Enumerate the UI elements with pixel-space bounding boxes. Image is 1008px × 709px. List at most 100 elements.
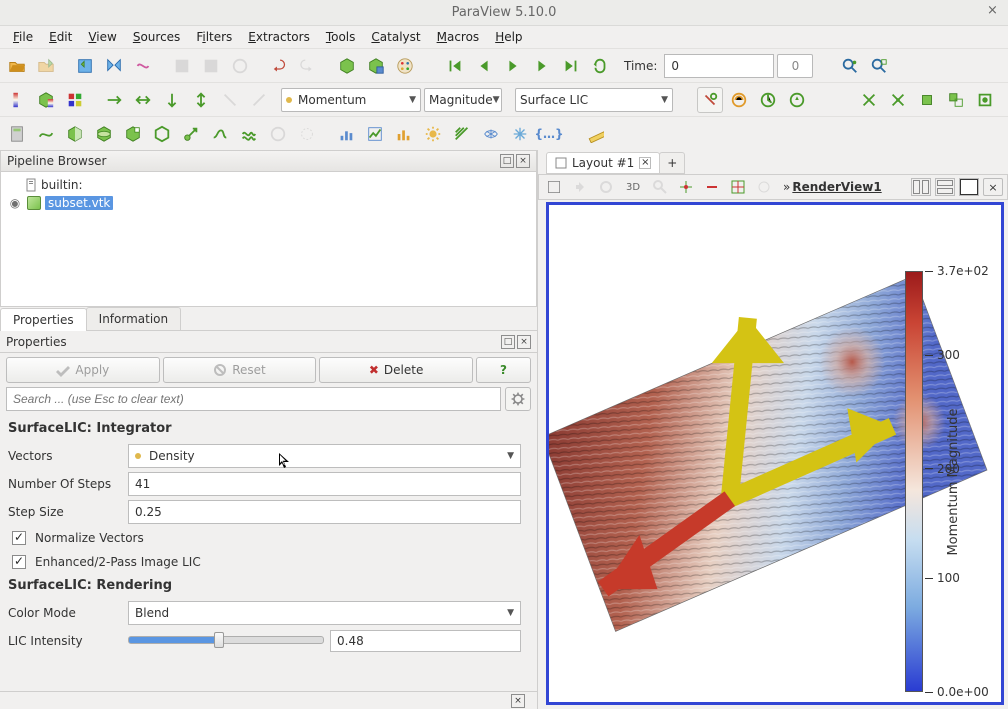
- menu-catalyst[interactable]: Catalyst: [364, 28, 427, 46]
- menu-edit[interactable]: Edit: [42, 28, 79, 46]
- representation-combo[interactable]: Surface LIC▼: [515, 88, 673, 112]
- steps-input[interactable]: 41: [128, 472, 521, 496]
- menu-tools[interactable]: Tools: [319, 28, 363, 46]
- extract-sel-button[interactable]: [294, 121, 320, 147]
- layout-tab[interactable]: Layout #1 ×: [546, 152, 660, 174]
- play-button[interactable]: [500, 53, 526, 79]
- disconnect-button[interactable]: [130, 53, 156, 79]
- vectors-select[interactable]: Density▼: [128, 444, 521, 468]
- cube-2-button[interactable]: [363, 53, 389, 79]
- visibility-eye-icon[interactable]: ◉: [7, 196, 23, 210]
- load-palette-button[interactable]: [169, 53, 195, 79]
- properties-scroll[interactable]: SurfaceLIC: Integrator Vectors Density▼ …: [0, 415, 537, 691]
- threshold-button[interactable]: [120, 121, 146, 147]
- pipeline-root[interactable]: builtin:: [25, 176, 530, 194]
- crosshair-button[interactable]: [675, 176, 697, 198]
- probe-button[interactable]: [333, 121, 359, 147]
- gradient-button[interactable]: [449, 121, 475, 147]
- histogram-button[interactable]: [391, 121, 417, 147]
- y-axis-button[interactable]: [130, 87, 156, 113]
- apply-button[interactable]: Apply: [6, 357, 160, 383]
- bound-box-button[interactable]: [727, 176, 749, 198]
- pipeline-item[interactable]: ◉ subset.vtk: [7, 194, 530, 212]
- plus-button[interactable]: [701, 176, 723, 198]
- z-axis-button[interactable]: [159, 87, 185, 113]
- camera-redo-button[interactable]: [595, 176, 617, 198]
- menu-help[interactable]: Help: [488, 28, 529, 46]
- menu-view[interactable]: View: [81, 28, 123, 46]
- mesh-quality-button[interactable]: [478, 121, 504, 147]
- save-state-button[interactable]: [72, 53, 98, 79]
- stepsize-input[interactable]: 0.25: [128, 500, 521, 524]
- normalize-checkbox[interactable]: [12, 531, 26, 545]
- deselect-button[interactable]: [972, 87, 998, 113]
- brackets-button[interactable]: {…}: [536, 121, 562, 147]
- split-horizontal-button[interactable]: [911, 178, 931, 196]
- rescale-data-button[interactable]: [755, 87, 781, 113]
- save-data-button[interactable]: [33, 53, 59, 79]
- x-axis-button[interactable]: [101, 87, 127, 113]
- tab-properties[interactable]: Properties: [0, 308, 87, 331]
- menu-file[interactable]: File: [6, 28, 40, 46]
- dock-close-button[interactable]: ×: [516, 154, 530, 168]
- menu-filters[interactable]: Filters: [189, 28, 239, 46]
- color-bar[interactable]: 3.7e+023002001000.0e+00 Momentum Magnitu…: [905, 271, 995, 692]
- connect-button[interactable]: [101, 53, 127, 79]
- plot-over-line-button[interactable]: [362, 121, 388, 147]
- time-input[interactable]: 0: [664, 54, 774, 78]
- sun-button[interactable]: [420, 121, 446, 147]
- camera-undo-button[interactable]: [569, 176, 591, 198]
- menu-macros[interactable]: Macros: [430, 28, 487, 46]
- tab-information[interactable]: Information: [86, 307, 181, 330]
- hover-point-button[interactable]: [697, 87, 723, 113]
- loop-button[interactable]: [587, 53, 613, 79]
- layout-tab-close-button[interactable]: ×: [639, 157, 651, 169]
- props-close-button[interactable]: ×: [517, 335, 531, 349]
- status-close-button[interactable]: ×: [511, 694, 525, 708]
- maximize-view-button[interactable]: [959, 178, 979, 196]
- licintensity-value[interactable]: 0.48: [330, 630, 521, 652]
- menu-sources[interactable]: Sources: [126, 28, 187, 46]
- window-close-button[interactable]: ×: [985, 4, 1000, 19]
- warp-button[interactable]: [236, 121, 262, 147]
- scalar-bar-button[interactable]: [4, 87, 30, 113]
- axis-6-button[interactable]: [246, 87, 272, 113]
- reset-button[interactable]: Reset: [163, 357, 317, 383]
- properties-search-input[interactable]: [6, 387, 501, 411]
- layout-add-tab-button[interactable]: +: [659, 152, 685, 174]
- select-block-2-button[interactable]: [943, 87, 969, 113]
- axis-5-button[interactable]: [217, 87, 243, 113]
- glyph-button[interactable]: [178, 121, 204, 147]
- color-array-combo[interactable]: Momentum▼: [281, 88, 421, 112]
- help-button[interactable]: ?: [476, 357, 531, 383]
- select-block-button[interactable]: [914, 87, 940, 113]
- color-component-combo[interactable]: Magnitude▼: [424, 88, 502, 112]
- mode-3d-button[interactable]: 3D: [621, 176, 645, 198]
- next-frame-button[interactable]: [529, 53, 555, 79]
- cube-axes-button[interactable]: [334, 53, 360, 79]
- save-animation-button[interactable]: [227, 53, 253, 79]
- select-points-through-button[interactable]: [885, 87, 911, 113]
- frame-spinner[interactable]: 0: [777, 54, 813, 78]
- center-button[interactable]: [753, 176, 775, 198]
- star-button[interactable]: [507, 121, 533, 147]
- zoom-fit-button[interactable]: [649, 176, 671, 198]
- twopass-checkbox[interactable]: [12, 555, 26, 569]
- dock-float-button[interactable]: □: [500, 154, 514, 168]
- select-cells-through-button[interactable]: [856, 87, 882, 113]
- prev-frame-button[interactable]: [471, 53, 497, 79]
- licintensity-slider[interactable]: [128, 636, 324, 644]
- extract-button[interactable]: [149, 121, 175, 147]
- last-frame-button[interactable]: [558, 53, 584, 79]
- split-vertical-button[interactable]: [935, 178, 955, 196]
- group-button[interactable]: [265, 121, 291, 147]
- render-settings-button[interactable]: [543, 176, 565, 198]
- rescale-custom-button[interactable]: [726, 87, 752, 113]
- props-float-button[interactable]: □: [501, 335, 515, 349]
- first-frame-button[interactable]: [442, 53, 468, 79]
- menu-extractors[interactable]: Extractors: [241, 28, 317, 46]
- color-palette-button[interactable]: [392, 53, 418, 79]
- render-view-label[interactable]: RenderView1: [783, 180, 882, 194]
- view-close-button[interactable]: ×: [983, 178, 1003, 196]
- pipeline-browser[interactable]: builtin: ◉ subset.vtk: [0, 172, 537, 307]
